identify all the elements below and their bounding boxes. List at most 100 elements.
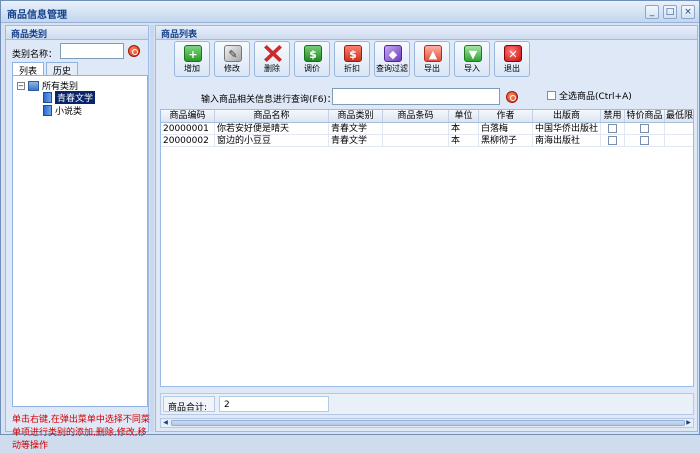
cell-disabled	[601, 135, 625, 146]
exit-button[interactable]: ✕ 退出	[494, 41, 530, 77]
col-header-author[interactable]: 作者	[479, 110, 533, 122]
cell-code: 20000002	[161, 135, 215, 146]
disabled-checkbox[interactable]	[608, 136, 617, 145]
query-input[interactable]	[332, 88, 500, 105]
cell-min	[665, 135, 693, 146]
select-all-label: 全选商品(Ctrl+A)	[559, 92, 632, 102]
query-filter-button[interactable]: ◆ 查询过滤	[374, 41, 410, 77]
category-hint-text: 单击右键,在弹出菜单中选择不同菜单项进行类别的添加,删除,修改,移动等操作	[12, 415, 150, 451]
col-header-code[interactable]: 商品编码	[161, 110, 215, 122]
product-total-label: 商品合计:	[163, 396, 215, 413]
cell-publisher: 中国华侨出版社	[533, 123, 601, 134]
filter-icon: ◆	[384, 45, 402, 62]
query-label: 输入商品相关信息进行查询(F6)：	[201, 95, 336, 105]
col-header-category[interactable]: 商品类别	[329, 110, 383, 122]
query-search-icon[interactable]	[506, 91, 518, 103]
exit-button-label: 退出	[504, 64, 520, 73]
cell-author: 黑柳彻子	[479, 135, 533, 146]
maximize-button[interactable]: □	[663, 5, 677, 19]
scroll-right-icon[interactable]: ▶	[685, 420, 692, 426]
delete-icon	[264, 45, 282, 62]
edit-icon: ✎	[224, 45, 242, 62]
grid-header: 商品编码 商品名称 商品类别 商品条码 单位 作者 出版商 禁用 特价商品 最低…	[161, 110, 693, 123]
delete-button[interactable]: 删除	[254, 41, 290, 77]
minimize-button[interactable]: _	[645, 5, 659, 19]
title-bar: 商品信息管理 _ □ ×	[1, 1, 699, 23]
cell-category: 青春文学	[329, 135, 383, 146]
add-button-label: 增加	[184, 64, 200, 73]
cell-special	[625, 135, 665, 146]
close-button[interactable]: ×	[681, 5, 695, 19]
category-panel: 商品类别 类别名称： 列表 历史 − 所有类别 青春文学 小说类 单击右键,在弹…	[5, 25, 150, 451]
table-row[interactable]: 20000001 你若安好便是晴天 青春文学 本 白落梅 中国华侨出版社	[161, 123, 693, 135]
cell-unit: 本	[449, 135, 479, 146]
category-book-icon	[43, 105, 52, 116]
main-window: 商品信息管理 _ □ × 商品类别 类别名称： 列表 历史 − 所有类别 青春文…	[0, 0, 700, 451]
cell-disabled	[601, 123, 625, 134]
scrollbar-thumb[interactable]	[171, 420, 685, 426]
category-search-icon[interactable]	[128, 45, 140, 57]
product-grid: 商品编码 商品名称 商品类别 商品条码 单位 作者 出版商 禁用 特价商品 最低…	[160, 109, 694, 387]
price-adjust-icon: $	[304, 45, 322, 62]
table-row[interactable]: 20000002 窗边的小豆豆 青春文学 本 黑柳彻子 南海出版社	[161, 135, 693, 147]
category-name-label: 类别名称：	[12, 50, 58, 60]
special-checkbox[interactable]	[640, 136, 649, 145]
cell-unit: 本	[449, 123, 479, 134]
import-button[interactable]: ▼ 导入	[454, 41, 490, 77]
cell-category: 青春文学	[329, 123, 383, 134]
export-button-label: 导出	[424, 64, 440, 73]
cell-special	[625, 123, 665, 134]
folder-icon	[28, 80, 39, 91]
export-icon: ▲	[424, 45, 442, 62]
add-button[interactable]: + 增加	[174, 41, 210, 77]
price-adjust-button-label: 调价	[304, 64, 320, 73]
cell-min	[665, 123, 693, 134]
import-icon: ▼	[464, 45, 482, 62]
product-list-panel: 商品列表 + 增加 ✎ 修改 删除 $ 调价 $ 折扣 ◆ 查询过滤 ▲ 导出 …	[155, 25, 698, 432]
tree-item-label: 小说类	[55, 107, 83, 117]
category-name-input[interactable]	[60, 43, 124, 59]
cell-name: 你若安好便是晴天	[215, 123, 329, 134]
tree-item-novels[interactable]: 小说类	[43, 104, 82, 117]
category-book-icon	[43, 92, 52, 103]
query-filter-button-label: 查询过滤	[376, 64, 408, 73]
col-header-special[interactable]: 特价商品	[625, 110, 665, 122]
price-adjust-button[interactable]: $ 调价	[294, 41, 330, 77]
exit-icon: ✕	[504, 45, 522, 62]
product-list-header: 商品列表	[156, 26, 697, 40]
scroll-left-icon[interactable]: ◀	[162, 420, 169, 426]
col-header-unit[interactable]: 单位	[449, 110, 479, 122]
tree-collapse-icon[interactable]: −	[17, 81, 25, 90]
col-header-publisher[interactable]: 出版商	[533, 110, 601, 122]
horizontal-scrollbar[interactable]: ◀ ▶	[160, 418, 694, 428]
col-header-barcode[interactable]: 商品条码	[383, 110, 449, 122]
col-header-min[interactable]: 最低限	[665, 110, 693, 122]
summary-bar: 商品合计: 2	[160, 393, 694, 415]
export-button[interactable]: ▲ 导出	[414, 41, 450, 77]
discount-button[interactable]: $ 折扣	[334, 41, 370, 77]
cell-barcode	[383, 135, 449, 146]
edit-button-label: 修改	[224, 64, 240, 73]
cell-publisher: 南海出版社	[533, 135, 601, 146]
select-all-checkbox[interactable]: 全选商品(Ctrl+A)	[547, 89, 632, 102]
special-checkbox[interactable]	[640, 124, 649, 133]
col-header-name[interactable]: 商品名称	[215, 110, 329, 122]
product-total-value: 2	[219, 396, 329, 412]
cell-barcode	[383, 123, 449, 134]
select-all-box[interactable]	[547, 91, 556, 100]
discount-icon: $	[344, 45, 362, 62]
window-controls: _ □ ×	[645, 5, 695, 19]
add-icon: +	[184, 45, 202, 62]
tree-item-youth-literature[interactable]: 青春文学	[43, 91, 96, 104]
cell-name: 窗边的小豆豆	[215, 135, 329, 146]
cell-code: 20000001	[161, 123, 215, 134]
panel-splitter[interactable]	[150, 25, 154, 432]
category-panel-header: 商品类别	[6, 26, 148, 40]
discount-button-label: 折扣	[344, 64, 360, 73]
col-header-disabled[interactable]: 禁用	[601, 110, 625, 122]
category-tree: − 所有类别 青春文学 小说类	[12, 75, 148, 407]
disabled-checkbox[interactable]	[608, 124, 617, 133]
edit-button[interactable]: ✎ 修改	[214, 41, 250, 77]
import-button-label: 导入	[464, 64, 480, 73]
tree-item-label: 青春文学	[55, 91, 96, 104]
